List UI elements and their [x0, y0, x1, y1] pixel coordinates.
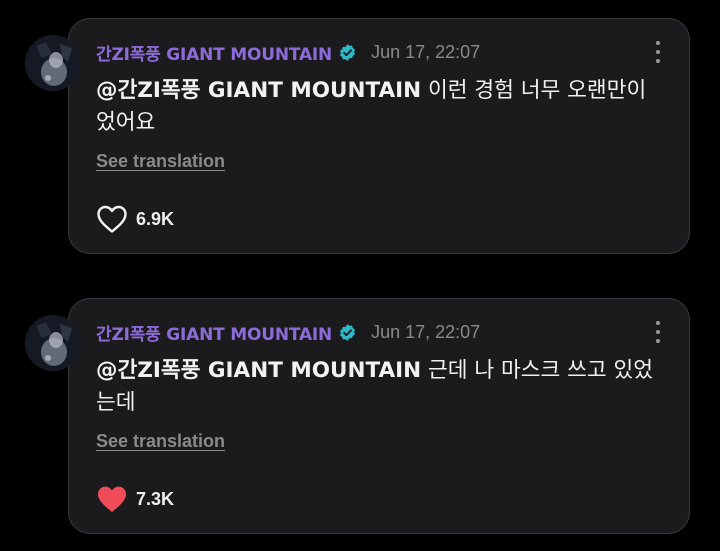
avatar[interactable]	[26, 36, 80, 90]
comment-bubble: 간ZI폭풍 GIANT MOUNTAIN Jun 17, 22:07 @간ZI폭…	[68, 298, 690, 534]
verified-badge-icon	[338, 323, 357, 342]
post-header: 간ZI폭풍 GIANT MOUNTAIN Jun 17, 22:07	[96, 39, 480, 65]
more-vertical-icon[interactable]	[655, 41, 661, 63]
more-vertical-icon[interactable]	[655, 321, 661, 343]
comment-text: @간ZI폭풍 GIANT MOUNTAIN 근데 나 마스크 쓰고 있었는데	[96, 355, 656, 419]
see-translation-link[interactable]: See translation	[96, 431, 225, 452]
like-section: 6.9K	[95, 204, 174, 234]
post-timestamp: Jun 17, 22:07	[371, 321, 481, 342]
author-name[interactable]: 간ZI폭풍 GIANT MOUNTAIN	[96, 320, 332, 345]
post-timestamp: Jun 17, 22:07	[371, 41, 481, 62]
mention-link[interactable]: @간ZI폭풍 GIANT MOUNTAIN	[96, 358, 421, 383]
post-header: 간ZI폭풍 GIANT MOUNTAIN Jun 17, 22:07	[96, 319, 480, 345]
comment-text: @간ZI폭풍 GIANT MOUNTAIN 이런 경험 너무 오랜만이었어요	[96, 75, 656, 139]
see-translation-link[interactable]: See translation	[96, 151, 225, 172]
verified-badge-icon	[338, 43, 357, 62]
avatar[interactable]	[26, 316, 80, 370]
like-section: 7.3K	[95, 484, 174, 514]
author-name[interactable]: 간ZI폭풍 GIANT MOUNTAIN	[96, 40, 332, 65]
like-count: 7.3K	[136, 488, 175, 509]
post-card: 간ZI폭풍 GIANT MOUNTAIN Jun 17, 22:07 @간ZI폭…	[0, 298, 720, 538]
mention-link[interactable]: @간ZI폭풍 GIANT MOUNTAIN	[96, 78, 421, 103]
heart-outline-icon[interactable]	[95, 204, 129, 234]
like-count: 6.9K	[136, 208, 175, 229]
heart-filled-icon[interactable]	[95, 484, 129, 514]
comment-bubble: 간ZI폭풍 GIANT MOUNTAIN Jun 17, 22:07 @간ZI폭…	[68, 18, 690, 254]
post-card: 간ZI폭풍 GIANT MOUNTAIN Jun 17, 22:07 @간ZI폭…	[0, 18, 720, 258]
